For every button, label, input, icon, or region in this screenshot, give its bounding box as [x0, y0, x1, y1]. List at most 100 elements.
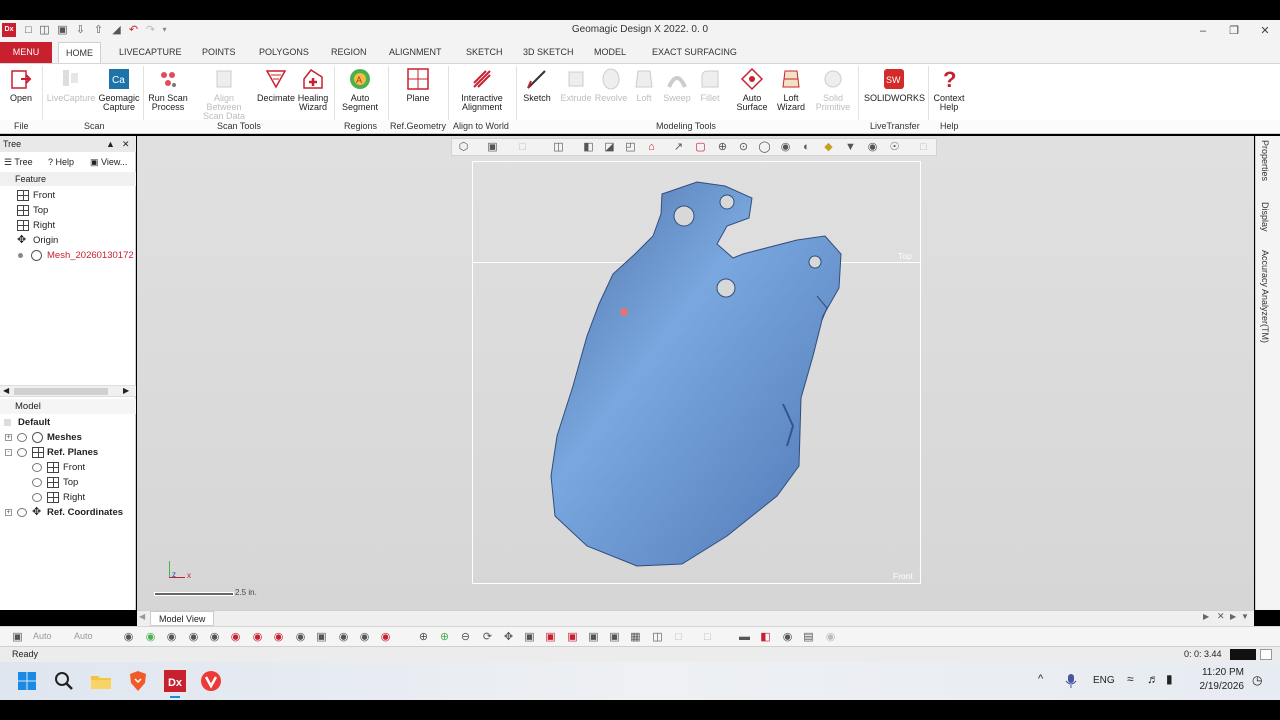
run-scan-process-button[interactable]: Run Scan Process	[146, 67, 190, 119]
model-item-ref-coordinates[interactable]: + ✥ Ref. Coordinates	[0, 505, 136, 520]
filter-point-icon[interactable]: ◉	[186, 630, 201, 644]
app-logo-icon[interactable]: Dx	[2, 23, 16, 37]
minimize-icon[interactable]: –	[1188, 22, 1218, 40]
filter-edge-icon[interactable]: ◉	[228, 630, 243, 644]
open-file-icon[interactable]: ◫	[38, 23, 51, 37]
feature-item-origin[interactable]: ✥ Origin	[0, 233, 136, 248]
geomagic-capture-button[interactable]: Ca Geomagic Capture	[98, 67, 140, 119]
settings-icon[interactable]: ◉	[823, 630, 838, 644]
folder-icon[interactable]: ◢	[110, 23, 123, 37]
zoom-out-icon[interactable]: ⊖	[458, 630, 473, 644]
auto-select-2[interactable]: Auto	[74, 631, 93, 641]
deviation-icon[interactable]: ◧	[758, 630, 773, 644]
design-x-taskbar-icon[interactable]: Dx	[162, 668, 188, 694]
expand-icon[interactable]: +	[5, 509, 12, 516]
auto-segment-button[interactable]: A Auto Segment	[338, 67, 382, 119]
filter-sketch-icon[interactable]: ◉	[271, 630, 286, 644]
solid-primitive-button[interactable]: Solid Primitive	[814, 67, 852, 119]
fillet-button[interactable]: Fillet	[696, 67, 724, 119]
filter-feature-icon[interactable]: ◉	[378, 630, 393, 644]
align-between-scan-data-button[interactable]: Align Between Scan Data	[196, 67, 252, 121]
tab-dropdown-icon[interactable]: ▼	[1241, 612, 1249, 621]
properties-tab[interactable]: Properties	[1260, 140, 1270, 181]
view-right-bottom-icon[interactable]: ▣	[586, 630, 601, 644]
zoom-in-icon[interactable]: ⊕	[437, 630, 452, 644]
loft-wizard-button[interactable]: Loft Wizard	[772, 67, 810, 119]
interactive-alignment-button[interactable]: Interactive Alignment	[454, 67, 510, 119]
section-view-icon[interactable]: ◫	[650, 630, 665, 644]
filter-region-icon[interactable]: ◉	[143, 630, 158, 644]
tab-polygons[interactable]: POLYGONS	[252, 42, 316, 63]
scroll-left-icon[interactable]: ◀	[139, 612, 145, 621]
open-button[interactable]: Open	[6, 67, 36, 119]
view-grid-icon[interactable]: ▦	[628, 630, 643, 644]
tab-view[interactable]: ▣ View...	[90, 154, 127, 170]
restore-icon[interactable]: ❐	[1219, 22, 1249, 40]
model-item-plane-right[interactable]: Right	[0, 490, 136, 505]
clock-date[interactable]: 2/19/2026	[1198, 681, 1245, 692]
visibility-icon[interactable]	[17, 433, 27, 442]
vivaldi-browser-icon[interactable]	[199, 669, 223, 693]
import-icon[interactable]: ⇩	[74, 23, 87, 37]
search-icon[interactable]	[52, 669, 76, 693]
view-top-bottom-icon[interactable]: ▣	[565, 630, 580, 644]
filter-plane-icon[interactable]: ▣	[314, 630, 329, 644]
show-hidden-icons[interactable]: ^	[1038, 673, 1043, 685]
decimate-button[interactable]: Decimate	[256, 67, 296, 119]
pin-icon[interactable]: ▲	[106, 136, 115, 152]
auto-surface-button[interactable]: Auto Surface	[732, 67, 772, 119]
filter-face-icon[interactable]: ◉	[207, 630, 222, 644]
language-indicator[interactable]: ENG	[1093, 675, 1115, 686]
mesh-model[interactable]	[137, 136, 1254, 610]
scroll-thumb[interactable]	[14, 388, 108, 395]
battery-icon[interactable]: ▮	[1166, 672, 1173, 686]
clock-time[interactable]: 11:20 PM	[1200, 667, 1244, 678]
measure-icon[interactable]: ▬	[737, 630, 752, 644]
visibility-icon[interactable]	[32, 493, 42, 502]
feature-item-top[interactable]: Top	[0, 203, 136, 218]
feature-item-right[interactable]: Right	[0, 218, 136, 233]
display-tab[interactable]: Display	[1260, 202, 1270, 232]
windows-start-icon[interactable]	[15, 669, 39, 693]
scroll-right-icon[interactable]: ▶	[123, 386, 129, 395]
print-icon[interactable]: ▤	[801, 630, 816, 644]
view-left-bottom-icon[interactable]: ▣	[607, 630, 622, 644]
sweep-button[interactable]: Sweep	[662, 67, 692, 119]
tab-points[interactable]: POINTS	[195, 42, 243, 63]
filter-surface-icon[interactable]: ◉	[357, 630, 372, 644]
sketch-button[interactable]: Sketch	[520, 67, 554, 119]
plane-button[interactable]: Plane	[400, 67, 436, 119]
brave-browser-icon[interactable]	[126, 669, 150, 693]
clipping-icon[interactable]: □	[671, 630, 686, 644]
tab-help[interactable]: ? Help	[48, 154, 74, 170]
feature-item-front[interactable]: Front	[0, 188, 136, 203]
new-file-icon[interactable]: □	[22, 23, 35, 37]
zoom-fit-icon[interactable]: ⊕	[416, 630, 431, 644]
view-normal-icon[interactable]: ▣	[522, 630, 537, 644]
visibility-icon[interactable]	[17, 508, 27, 517]
solidworks-button[interactable]: SW SOLIDWORKS	[864, 67, 925, 119]
feature-item-mesh[interactable]: Mesh_20260130172	[0, 248, 136, 263]
copy-icon[interactable]: □	[700, 630, 715, 644]
tab-list-icon[interactable]: ▶	[1230, 612, 1236, 621]
filter-body-icon[interactable]: ◉	[293, 630, 308, 644]
tab-exact-surfacing[interactable]: EXACT SURFACING	[645, 42, 744, 63]
auto-select-1[interactable]: Auto	[33, 631, 52, 641]
collapse-icon[interactable]: -	[5, 449, 12, 456]
tab-3d-sketch[interactable]: 3D SKETCH	[516, 42, 581, 63]
scroll-left-icon[interactable]: ◀	[3, 386, 9, 395]
tab-tree[interactable]: ☰ Tree	[4, 154, 33, 170]
export-icon[interactable]: ⇧	[92, 23, 105, 37]
microphone-icon[interactable]	[1064, 673, 1078, 689]
visibility-icon[interactable]	[17, 448, 27, 457]
record-icon[interactable]: ◉	[780, 630, 795, 644]
tab-sketch[interactable]: SKETCH	[459, 42, 510, 63]
context-help-button[interactable]: ? Context Help	[930, 67, 968, 119]
extrude-button[interactable]: Extrude	[558, 67, 594, 119]
quick-access-dropdown-icon[interactable]: ▾	[158, 23, 171, 37]
wifi-icon[interactable]: ≈	[1127, 672, 1134, 686]
undo-icon[interactable]: ↶	[127, 23, 140, 37]
livecapture-button[interactable]: LiveCapture	[46, 67, 96, 119]
healing-wizard-button[interactable]: Healing Wizard	[296, 67, 330, 119]
tab-region[interactable]: REGION	[324, 42, 374, 63]
